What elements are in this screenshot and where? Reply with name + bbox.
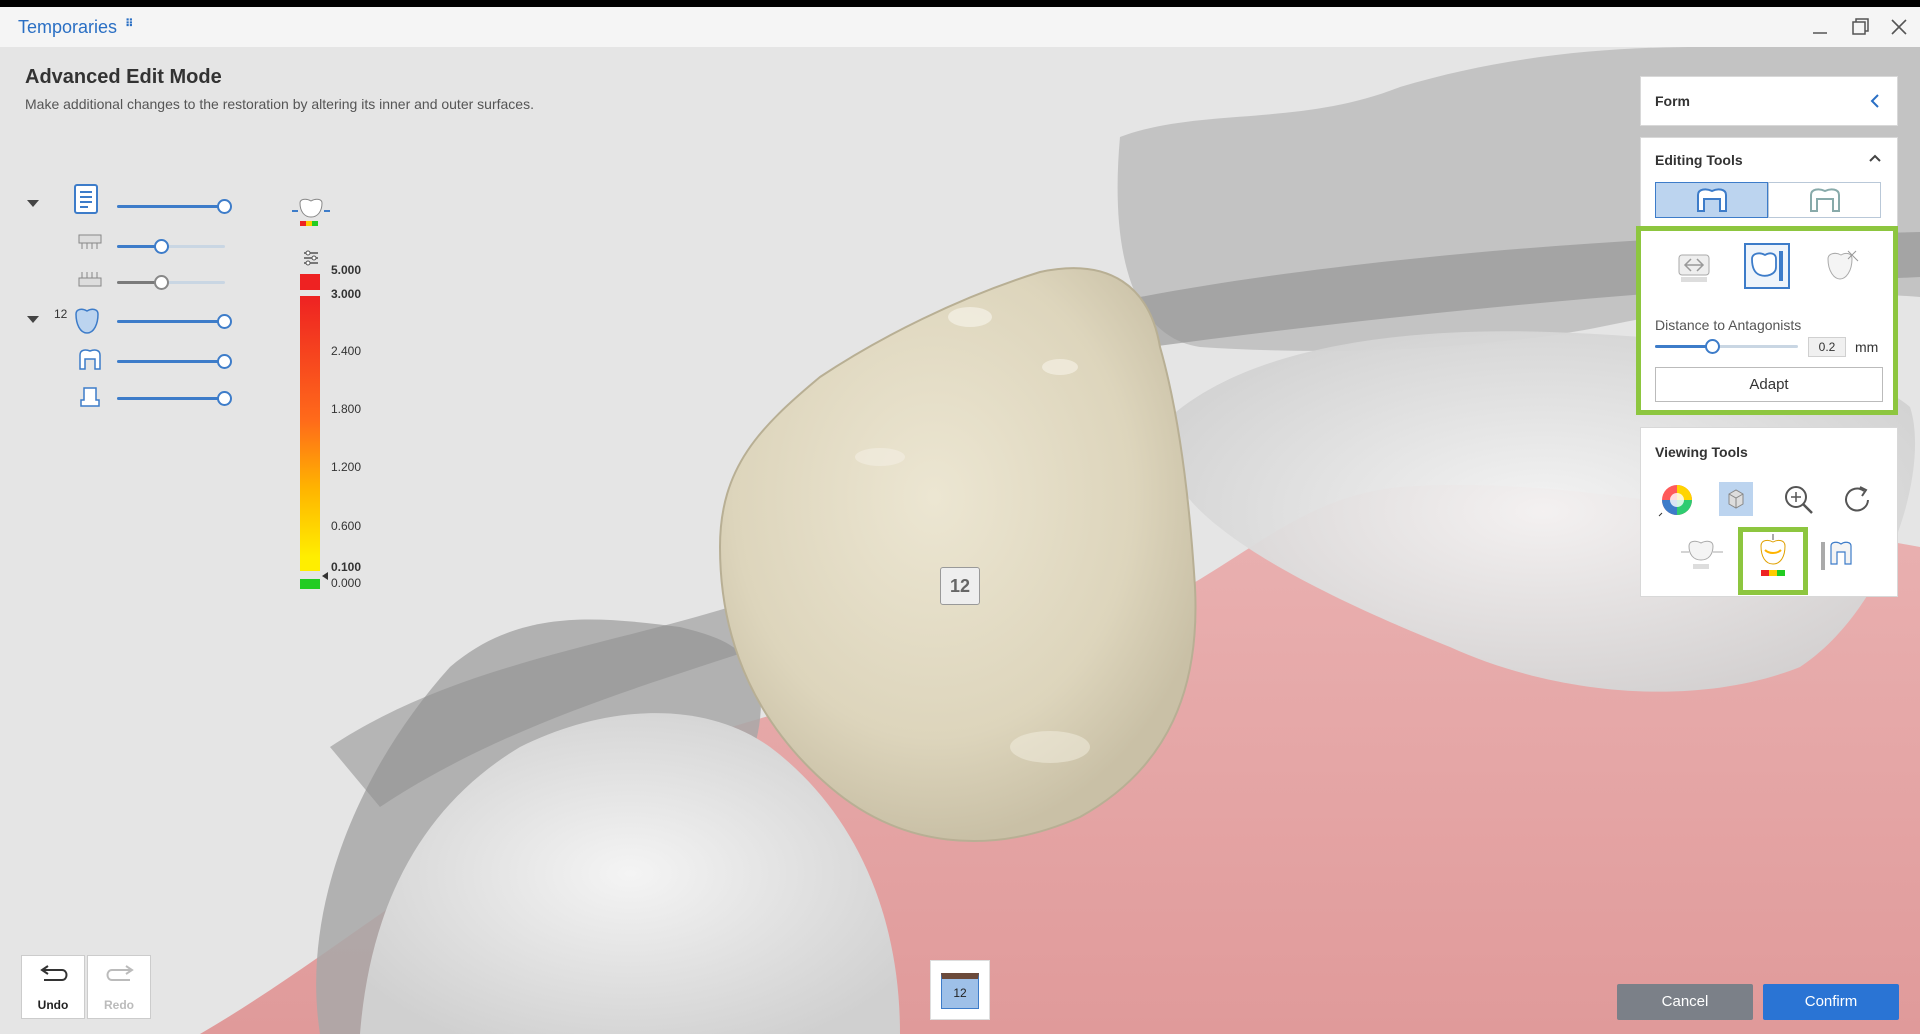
app-title: Temporaries (18, 17, 118, 37)
title-bar: Temporaries ⠿ (0, 7, 1920, 47)
inner-crown-slider[interactable] (117, 354, 232, 369)
expand-caret-icon[interactable] (27, 316, 39, 323)
zoom-icon[interactable] (1779, 480, 1819, 525)
crown-slider[interactable] (117, 314, 232, 329)
chevron-left-icon[interactable] (1867, 92, 1883, 115)
inner-surface-button[interactable] (1768, 182, 1881, 218)
scale-label: 0.600 (331, 519, 362, 533)
smooth-tool-icon[interactable] (1818, 243, 1864, 289)
slider-knob[interactable] (217, 391, 232, 406)
distance-unit: mm (1855, 339, 1879, 355)
tooth-tab-label: 12 (941, 973, 979, 1009)
adapt-button[interactable]: Adapt (1655, 367, 1883, 402)
editing-tools-title: Editing Tools (1655, 152, 1743, 168)
slider-knob[interactable] (154, 275, 169, 290)
page-title: Advanced Edit Mode (25, 66, 222, 88)
scale-label: 2.400 (331, 344, 362, 358)
3d-viewport[interactable]: 12 (0, 47, 1920, 1034)
redo-button[interactable]: Redo (87, 955, 151, 1019)
transparency-toggle-icon[interactable] (1719, 482, 1753, 516)
occlusion-view-icon[interactable] (1679, 536, 1725, 581)
antagonist-adapt-tool-icon[interactable] (1744, 243, 1790, 289)
crown-icon[interactable] (72, 306, 100, 334)
slider-knob[interactable] (217, 199, 232, 214)
minimize-button[interactable] (1805, 13, 1835, 41)
scale-settings-icon[interactable] (302, 249, 320, 272)
redo-label: Redo (104, 998, 134, 1012)
color-wheel-icon[interactable] (1657, 480, 1697, 525)
section-view-icon[interactable] (1817, 536, 1857, 581)
scale-label: 1.800 (331, 402, 362, 416)
scale-label: 0.100 (331, 560, 362, 574)
distance-value-input[interactable]: 0.2 (1808, 337, 1846, 357)
confirm-button[interactable]: Confirm (1763, 984, 1899, 1020)
scale-label: 3.000 (331, 287, 362, 301)
layer-opacity-slider[interactable] (117, 199, 232, 214)
abutment-icon[interactable] (77, 384, 105, 412)
free-form-tool-icon[interactable] (1671, 245, 1717, 291)
tooth-number-label[interactable]: 12 (940, 567, 980, 605)
tooth-selector-tab[interactable]: 12 (930, 960, 990, 1020)
scale-label: 1.200 (331, 460, 362, 474)
upper-jaw-slider[interactable] (117, 239, 225, 254)
upper-jaw-icon[interactable] (77, 231, 105, 259)
slider-knob[interactable] (217, 354, 232, 369)
viewing-tools-title: Viewing Tools (1655, 444, 1748, 460)
slider-knob[interactable] (1705, 339, 1720, 354)
model-document-icon[interactable] (72, 183, 100, 214)
undo-button[interactable]: Undo (21, 955, 85, 1019)
distance-map-view-button[interactable] (1738, 527, 1808, 595)
page-description: Make additional changes to the restorati… (25, 96, 534, 112)
reset-view-icon[interactable] (1838, 480, 1878, 525)
distance-slider[interactable] (1655, 339, 1798, 354)
distance-color-scale (300, 274, 320, 589)
outer-surface-button[interactable] (1655, 182, 1768, 218)
scale-label: 5.000 (331, 263, 362, 277)
cancel-button[interactable]: Cancel (1617, 984, 1753, 1020)
restore-button[interactable] (1845, 13, 1875, 41)
lower-jaw-slider[interactable] (117, 275, 225, 290)
form-panel[interactable]: Form (1640, 76, 1898, 126)
abutment-slider[interactable] (117, 391, 232, 406)
slider-knob[interactable] (154, 239, 169, 254)
scale-pointer-icon[interactable] (322, 572, 328, 580)
app-window: Temporaries ⠿ 12 Advanced Edit Mode Make… (0, 7, 1920, 1034)
expand-caret-icon[interactable] (27, 200, 39, 207)
inner-crown-icon[interactable] (77, 347, 105, 375)
chevron-up-icon[interactable] (1867, 150, 1883, 171)
undo-label: Undo (37, 998, 69, 1012)
title-badge-icon: ⠿ (125, 18, 134, 30)
close-button[interactable] (1884, 13, 1914, 41)
distance-map-icon[interactable] (290, 195, 332, 240)
form-panel-title: Form (1655, 93, 1690, 109)
slider-knob[interactable] (217, 314, 232, 329)
tooth-group-number: 12 (54, 307, 68, 321)
lower-jaw-icon[interactable] (77, 268, 105, 296)
distance-label: Distance to Antagonists (1655, 317, 1802, 333)
scale-label: 0.000 (331, 576, 362, 590)
